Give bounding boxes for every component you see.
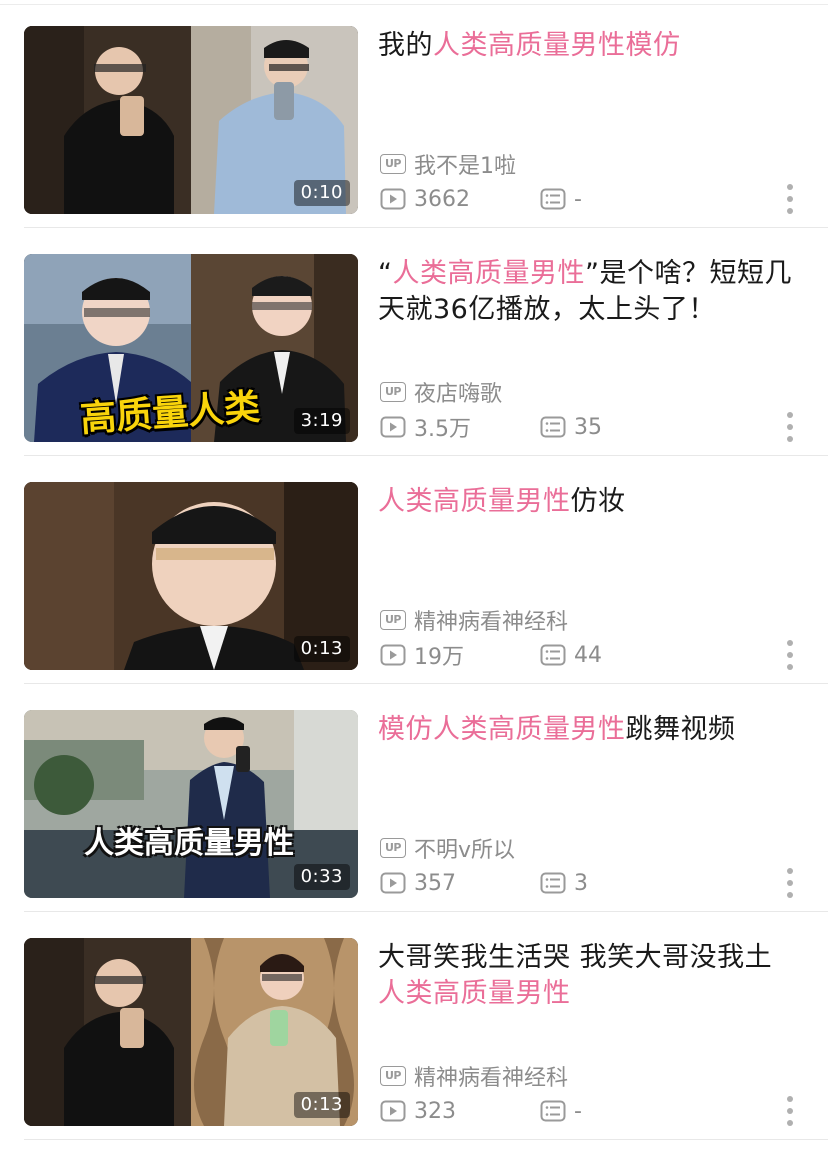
thumbnail-caption: 人类高质量男性 [84,826,294,861]
video-thumbnail[interactable]: 0:10 [24,26,358,214]
video-stats: 3662 - [380,184,800,214]
uploader-row[interactable]: UP 精神病看神经科 [380,605,568,635]
danmaku-count: - [540,1096,582,1126]
play-count-value: 323 [414,1098,456,1124]
video-stats: 357 3 [380,868,800,898]
video-thumbnail[interactable]: 0:13 [24,482,358,670]
uploader-name: 精神病看神经科 [414,1066,569,1091]
play-count-icon [380,1100,406,1122]
video-title[interactable]: 人类高质量男性仿妆 [378,484,798,520]
danmaku-count-value: 35 [574,414,602,440]
uploader-row[interactable]: UP 不明v所以 [380,833,515,863]
up-badge-icon: UP [380,382,406,402]
video-list-item[interactable]: 0:10 我的人类高质量男性模仿 UP 我不是1啦 3662 - [0,0,828,228]
play-count: 323 [380,1096,456,1126]
play-count-value: 19万 [414,645,464,670]
play-count-icon [380,416,406,438]
title-text: 仿妆 [570,486,626,517]
up-badge-icon: UP [380,838,406,858]
danmaku-count-icon [540,188,566,210]
play-count: 3.5万 [380,412,471,442]
video-duration: 0:13 [293,636,350,662]
title-highlight: 人类高质量男性 [378,486,571,517]
title-text: 我的 [378,30,433,61]
danmaku-count: 44 [540,640,602,670]
more-vertical-icon[interactable] [780,638,800,672]
more-vertical-icon[interactable] [780,410,800,444]
play-count-value: 357 [414,870,456,896]
video-duration: 0:33 [293,864,350,890]
up-badge-icon: UP [380,610,406,630]
more-vertical-icon[interactable] [780,182,800,216]
video-title[interactable]: 大哥笑我生活哭 我笑大哥没我土 人类高质量男性 [378,940,798,1012]
uploader-name: 我不是1啦 [414,154,516,179]
video-stats: 19万 44 [380,640,800,670]
video-duration: 3:19 [293,408,350,434]
title-text: 大哥笑我生活哭 我笑大哥没我土 [378,942,773,973]
up-badge-icon: UP [380,154,406,174]
play-count: 357 [380,868,456,898]
video-duration: 0:10 [293,180,350,206]
title-highlight: 人类高质量男性 [392,258,585,289]
title-highlight: 人类高质量男性模仿 [433,30,681,61]
uploader-row[interactable]: UP 精神病看神经科 [380,1061,568,1091]
video-title[interactable]: 我的人类高质量男性模仿 [378,28,798,64]
danmaku-count-icon [540,644,566,666]
danmaku-count-value: 44 [574,642,602,668]
play-count: 3662 [380,184,470,214]
video-list-item[interactable]: 高质量人类 3:19 “人类高质量男性”是个啥？短短几天就36亿播放，太上头了！… [0,228,828,456]
video-stats: 3.5万 35 [380,412,800,442]
title-highlight: 人类高质量男性 [378,978,571,1009]
title-text: 跳舞视频 [625,714,736,745]
danmaku-count-value: - [574,186,582,212]
video-stats: 323 - [380,1096,800,1126]
item-divider [24,1139,828,1140]
play-count-icon [380,872,406,894]
play-count-value: 3662 [414,186,470,212]
uploader-row[interactable]: UP 夜店嗨歌 [380,377,502,407]
uploader-name: 夜店嗨歌 [414,382,503,407]
up-badge-icon: UP [380,1066,406,1086]
uploader-name: 精神病看神经科 [414,610,569,635]
video-duration: 0:13 [293,1092,350,1118]
play-count-value: 3.5万 [414,417,471,442]
video-list-item[interactable]: 0:13 大哥笑我生活哭 我笑大哥没我土 人类高质量男性 UP 精神病看神经科 3… [0,912,828,1140]
video-thumbnail[interactable]: 高质量人类 3:19 [24,254,358,442]
uploader-name: 不明v所以 [414,838,516,863]
title-text: “ [378,258,393,289]
play-count: 19万 [380,640,464,670]
uploader-row[interactable]: UP 我不是1啦 [380,149,516,179]
danmaku-count-icon [540,872,566,894]
video-list-item[interactable]: 人类高质量男性 0:33 模仿人类高质量男性跳舞视频 UP 不明v所以 357 [0,684,828,912]
video-title[interactable]: “人类高质量男性”是个啥？短短几天就36亿播放，太上头了！ [378,256,798,328]
danmaku-count: 35 [540,412,602,442]
video-thumbnail[interactable]: 0:13 [24,938,358,1126]
danmaku-count: - [540,184,582,214]
danmaku-count-icon [540,416,566,438]
danmaku-count-value: - [574,1098,582,1124]
danmaku-count-icon [540,1100,566,1122]
video-thumbnail[interactable]: 人类高质量男性 0:33 [24,710,358,898]
title-highlight: 模仿人类高质量男性 [378,714,626,745]
danmaku-count-value: 3 [574,870,588,896]
video-list-item[interactable]: 0:13 人类高质量男性仿妆 UP 精神病看神经科 19万 44 [0,456,828,684]
play-count-icon [380,644,406,666]
danmaku-count: 3 [540,868,588,898]
more-vertical-icon[interactable] [780,866,800,900]
video-title[interactable]: 模仿人类高质量男性跳舞视频 [378,712,798,748]
more-vertical-icon[interactable] [780,1094,800,1128]
play-count-icon [380,188,406,210]
